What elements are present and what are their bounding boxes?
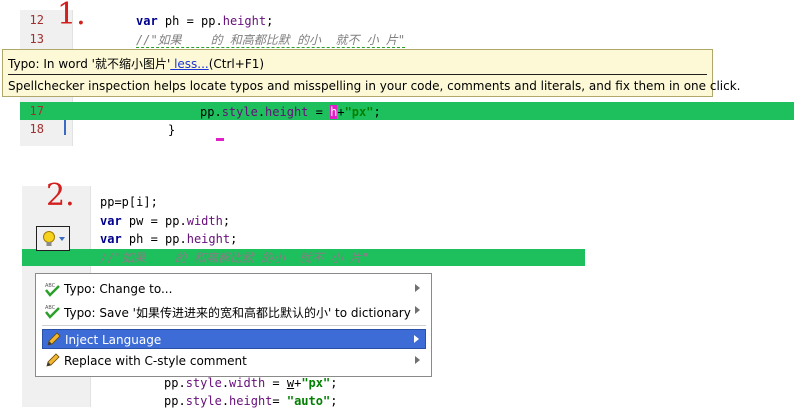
code-line-ph[interactable]: var ph = pp.height; — [100, 231, 237, 247]
code-line-comment[interactable]: //"如果 的 和高都比默 的小 就不 小 片" — [100, 250, 369, 266]
code-token: ; — [266, 14, 274, 28]
code-line-13-comment[interactable]: //"如果 的 和高都比默 的小 就不 小 片" — [136, 32, 406, 48]
tooltip-divider — [8, 74, 707, 75]
menu-item-label: Replace with C-style comment — [64, 354, 247, 368]
code-token: ; — [222, 214, 231, 228]
menu-item-label: Typo: Change to... — [64, 282, 173, 296]
code-token: width — [186, 214, 223, 228]
code-token: pp — [201, 14, 216, 28]
line-number: 18 — [29, 122, 44, 136]
code-token: + — [337, 105, 345, 119]
line-number: 12 — [29, 13, 44, 27]
code-token: ph = — [157, 14, 202, 28]
code-token: var — [100, 232, 122, 246]
menu-item-typo-save-dictionary[interactable]: ABC Typo: Save '如果传进进来的宽和高都比默认的小' to dic… — [42, 301, 426, 321]
menu-separator — [42, 325, 426, 326]
menu-item-label: Typo: Save '如果传进进来的宽和高都比默认的小' to diction… — [64, 306, 411, 320]
tooltip-less-link[interactable]: less... — [170, 57, 209, 71]
fold-marker[interactable] — [64, 120, 66, 135]
code-token: height — [265, 105, 309, 119]
code-token: pp — [164, 376, 179, 390]
code-token: "px" — [344, 105, 374, 119]
menu-item-typo-change-to[interactable]: ABC Typo: Change to... — [42, 279, 426, 299]
menu-item-inject-language[interactable]: Inject Language — [42, 329, 426, 349]
code-line-17[interactable]: pp.style.height = h+"px"; — [200, 104, 381, 120]
code-token: . — [215, 14, 223, 28]
code-token: pp — [200, 105, 215, 119]
tooltip-prefix: Typo: In word '就不缩小图片' — [8, 57, 171, 71]
code-token: ; — [330, 394, 338, 408]
line-number: 17 — [29, 104, 44, 118]
comment-text: //"如果 的 和高都比默 的小 就不 小 片" — [136, 33, 406, 48]
code-token: height — [186, 232, 231, 246]
step-label-2: 2. — [46, 178, 75, 213]
code-token: "auto" — [286, 394, 331, 408]
code-token: var — [100, 214, 122, 228]
tooltip-description: Spellchecker inspection helps locate typ… — [8, 79, 741, 93]
code-token: = — [265, 376, 287, 390]
code-token: = — [308, 105, 331, 119]
menu-item-label: Inject Language — [65, 333, 162, 347]
lightbulb-icon — [43, 231, 65, 246]
submenu-arrow-icon — [414, 335, 419, 343]
intention-bulb-button[interactable] — [36, 226, 70, 251]
current-line-highlight — [20, 102, 794, 120]
code-token: w — [286, 376, 295, 390]
code-token: pp — [164, 394, 179, 408]
dropdown-arrow-icon — [59, 237, 65, 241]
code-line-pw[interactable]: var pw = pp.width; — [100, 213, 230, 229]
code-token: ; — [230, 232, 238, 246]
line-number: 13 — [29, 32, 44, 46]
code-token: style — [221, 105, 258, 119]
code-token: pw = — [121, 214, 166, 228]
intention-actions-menu: ABC Typo: Change to... ABC Typo: Save '如… — [35, 273, 432, 377]
code-token: style — [185, 376, 222, 390]
pencil-icon — [46, 353, 60, 367]
code-token: ; — [330, 376, 338, 390]
code-line-18[interactable]: } — [168, 122, 175, 138]
menu-item-replace-c-style-comment[interactable]: Replace with C-style comment — [42, 351, 426, 371]
code-line-12[interactable]: var ph = pp.height; — [136, 13, 273, 29]
cursor-indicator — [216, 138, 224, 141]
code-line-style-width[interactable]: pp.style.width = w+"px"; — [164, 375, 337, 391]
tooltip-shortcut: (Ctrl+F1) — [208, 57, 265, 71]
code-token: width — [229, 376, 266, 390]
code-token: ; — [373, 105, 381, 119]
submenu-arrow-icon — [415, 356, 420, 364]
submenu-arrow-icon — [415, 306, 420, 314]
code-token: pp — [165, 214, 180, 228]
submenu-arrow-icon — [415, 284, 420, 292]
code-token: ph = — [121, 232, 166, 246]
code-token: = — [272, 394, 287, 408]
svg-text:ABC: ABC — [45, 305, 56, 311]
code-token: height — [229, 394, 273, 408]
code-token: "px" — [301, 376, 331, 390]
code-line-pp-assign[interactable]: pp=p[i]; — [100, 194, 158, 210]
step-label-1: 1. — [57, 0, 86, 32]
spellcheck-icon: ABC — [45, 283, 60, 297]
spellcheck-tooltip: Typo: In word '就不缩小图片' less...(Ctrl+F1) … — [2, 49, 740, 97]
pencil-icon — [47, 332, 61, 346]
code-token: var — [136, 14, 158, 28]
code-token: height — [222, 14, 267, 28]
spellcheck-icon: ABC — [45, 305, 60, 319]
svg-text:ABC: ABC — [45, 283, 56, 289]
tooltip-title: Typo: In word '就不缩小图片' less...(Ctrl+F1) — [8, 55, 264, 72]
code-token: style — [185, 394, 222, 408]
code-token: pp — [165, 232, 180, 246]
